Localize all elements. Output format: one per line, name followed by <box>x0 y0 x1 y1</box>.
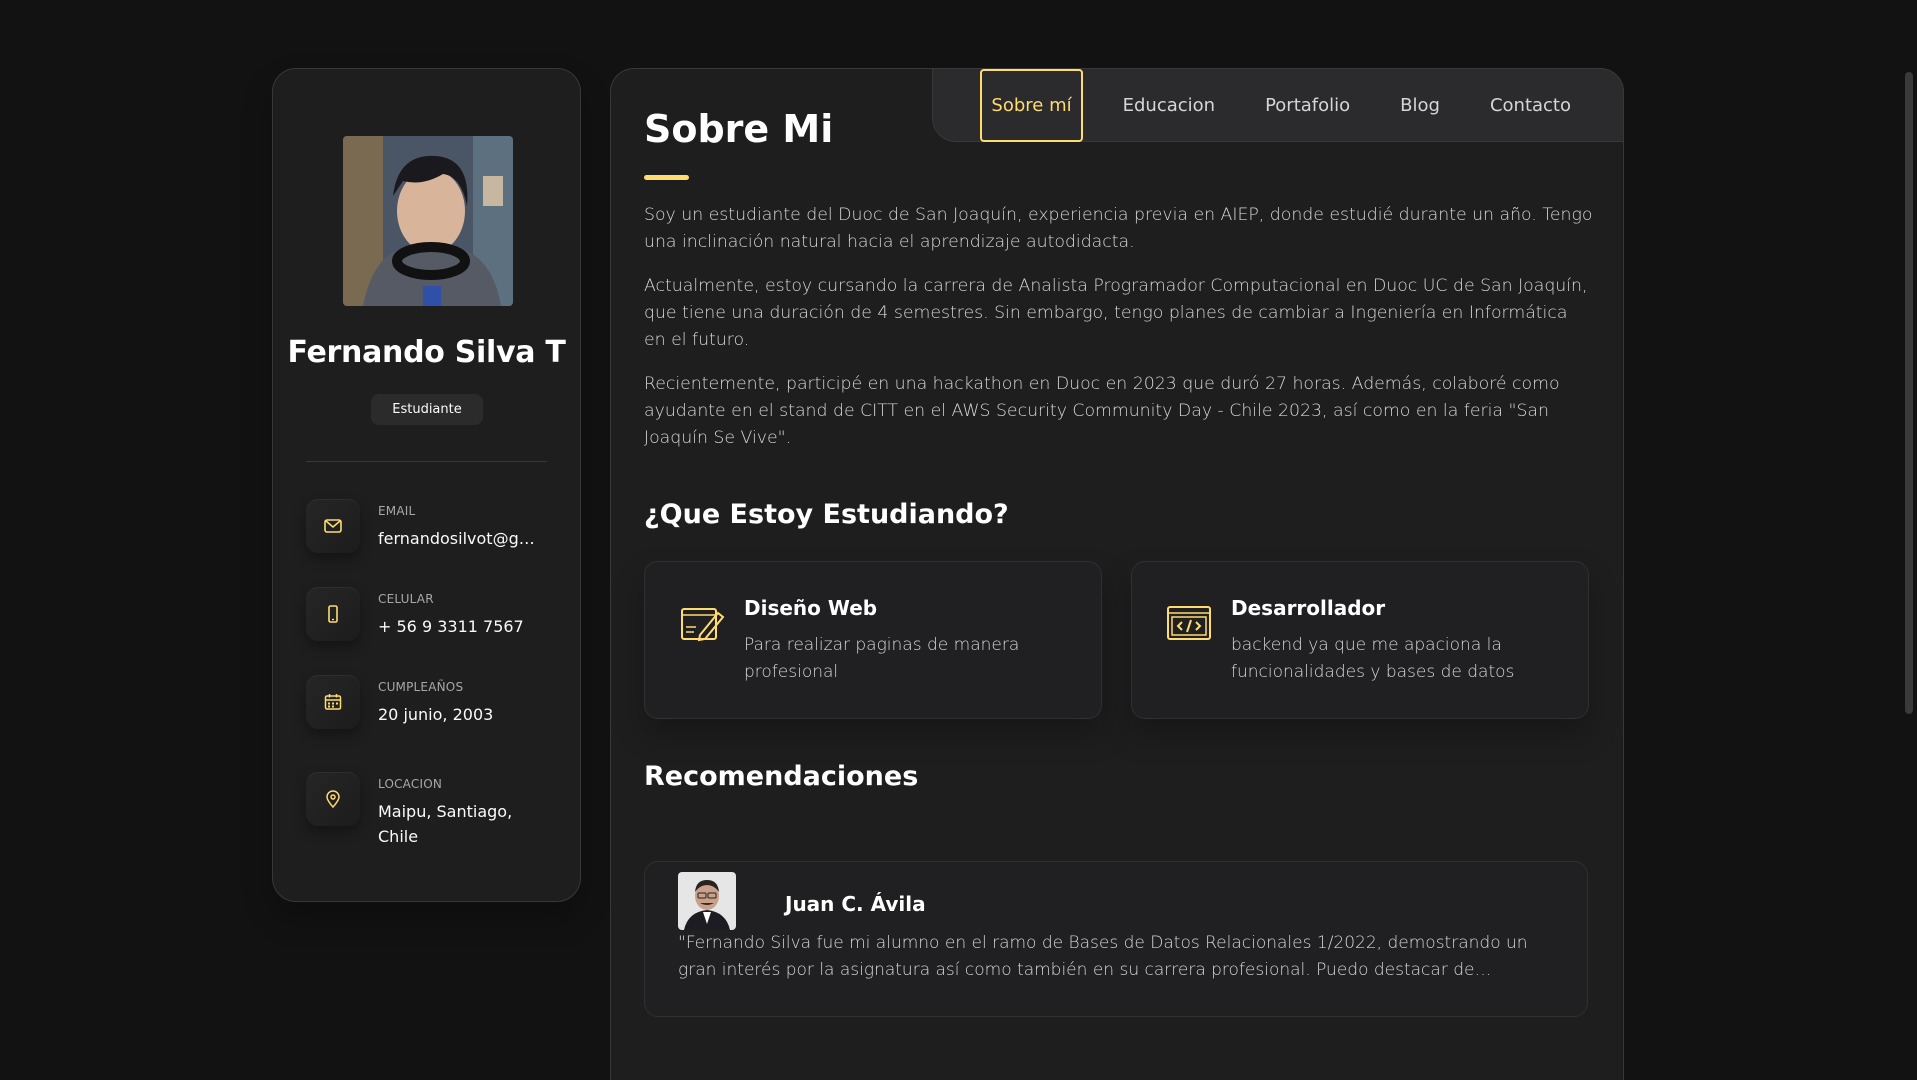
services-title: ¿Que Estoy Estudiando? <box>644 499 1009 530</box>
mail-icon <box>306 499 360 553</box>
contact-title: Celular <box>378 592 434 606</box>
scrollbar[interactable] <box>1900 0 1917 1080</box>
nav-link-educacion[interactable]: Educacion <box>1123 95 1215 116</box>
phone-link[interactable]: + 56 9 3311 7567 <box>378 614 548 639</box>
role-badge: Estudiante <box>371 394 483 425</box>
nav-link-portafolio[interactable]: Portafolio <box>1265 95 1350 116</box>
about-paragraph: Soy un estudiante del Duoc de San Joaquí… <box>644 205 1593 252</box>
profile-sidebar: Fernando Silva T Estudiante Email fernan… <box>272 68 581 902</box>
page: Fernando Silva T Estudiante Email fernan… <box>0 0 1917 1080</box>
service-card-text: Para realizar paginas de manera profesio… <box>744 635 1020 682</box>
contact-title: Email <box>378 504 416 518</box>
recommendation-text: "Fernando Silva fue mi alumno en el ramo… <box>678 933 1528 980</box>
design-pencil-icon <box>678 599 726 647</box>
title-underline <box>644 175 689 180</box>
nav-link-blog[interactable]: Blog <box>1400 95 1440 116</box>
code-window-icon <box>1165 599 1213 647</box>
birthday-value: 20 junio, 2003 <box>378 705 494 724</box>
page-title: Sobre Mi <box>644 107 834 151</box>
navbar: Sobre mí Educacion Portafolio Blog Conta… <box>932 68 1624 142</box>
sidebar-separator <box>306 461 547 462</box>
contact-title: Cumpleaños <box>378 680 464 694</box>
about-paragraph: Recientemente, participé en una hackatho… <box>644 374 1560 448</box>
location-pin-icon <box>306 772 360 826</box>
nav-link-contacto[interactable]: Contacto <box>1490 95 1571 116</box>
recommendation-card[interactable]: Juan C. Ávila "Fernando Silva fue mi alu… <box>644 861 1588 1017</box>
email-link[interactable]: fernandosilvot@gmail.com <box>378 526 548 551</box>
contact-title: Locacion <box>378 777 443 791</box>
location-value: Maipu, Santiago, Chile <box>378 802 513 846</box>
phone-icon <box>306 587 360 641</box>
recommender-name: Juan C. Ávila <box>785 892 926 916</box>
recommendations-title: Recomendaciones <box>644 761 919 792</box>
nav-link-sobre-mi[interactable]: Sobre mí <box>980 68 1083 142</box>
profile-avatar <box>343 136 513 306</box>
scrollbar-thumb[interactable] <box>1905 72 1913 714</box>
service-card-text: backend ya que me apaciona la funcionali… <box>1231 635 1515 682</box>
recommender-avatar <box>678 872 736 930</box>
about-text: Soy un estudiante del Duoc de San Joaquí… <box>644 202 1594 469</box>
service-card-title: Desarrollador <box>1231 596 1386 620</box>
about-paragraph: Actualmente, estoy cursando la carrera d… <box>644 276 1588 350</box>
profile-name: Fernando Silva T <box>287 335 566 370</box>
main-content: Sobre mí Educacion Portafolio Blog Conta… <box>610 68 1624 1080</box>
service-card-diseno-web: Diseño Web Para realizar paginas de mane… <box>644 561 1102 719</box>
service-card-desarrollador: Desarrollador backend ya que me apaciona… <box>1131 561 1589 719</box>
calendar-icon <box>306 675 360 729</box>
service-card-title: Diseño Web <box>744 596 878 620</box>
